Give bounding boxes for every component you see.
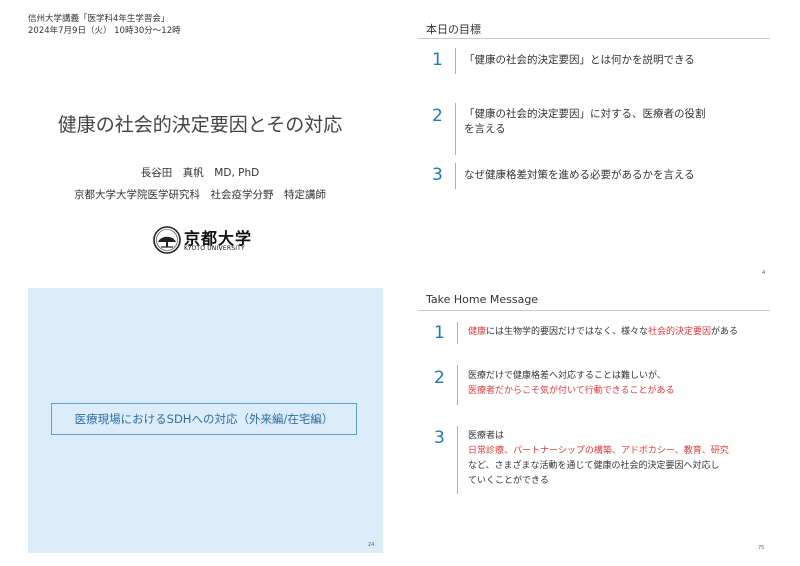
slide-objectives: 本日の目標 1 「健康の社会的決定要因」とは何かを説明できる 2 「健康の社会的… <box>400 0 800 283</box>
message-item-3-line2: 日常診療、パートナーシップの構築、アドボカシー、教育、研究 <box>468 446 729 456</box>
item-divider <box>455 103 456 155</box>
slide-take-home: Take Home Message 1 健康には生物学的要因だけではなく、様々な… <box>400 283 800 566</box>
slide-section: 医療現場におけるSDHへの対応（外来編/在宅編） 24 <box>0 283 400 566</box>
presentation-title: 健康の社会的決定要因とその対応 <box>57 114 343 136</box>
highlight-health: 健康 <box>468 327 487 337</box>
presenter-name: 長谷田 真帆 MD, PhD <box>140 167 260 179</box>
lecture-header: 信州大学講義「医学科4年生学習会」 2024年7月9日（火） 10時30分～12… <box>28 13 181 37</box>
take-home-title: Take Home Message <box>426 293 539 306</box>
message-item-3-line1: 医療者は <box>468 431 505 441</box>
item-number: 3 <box>432 165 443 185</box>
item-divider <box>457 365 458 405</box>
message-item-2-line1: 医療だけで健康格差へ対応することは難しいが、 <box>468 371 666 381</box>
highlight-sdh: 社会的決定要因 <box>648 327 712 337</box>
item-divider <box>455 163 456 189</box>
objective-item-2: 「健康の社会的決定要因」に対する、医療者の役割 を言える <box>464 107 706 137</box>
message-item-3-line4: ていくことができる <box>468 476 549 486</box>
university-emblem-icon <box>153 226 181 254</box>
lecture-date: 2024年7月9日（火） 10時30分～12時 <box>28 26 181 36</box>
divider <box>418 310 770 311</box>
section-panel: 医療現場におけるSDHへの対応（外来編/在宅編） 24 <box>28 288 383 553</box>
logo-text-en: KYOTO UNIVERSITY <box>184 245 245 252</box>
message-item-1: 健康には生物学的要因だけではなく、様々な社会的決定要因がある <box>468 325 738 340</box>
page-number: 75 <box>758 545 765 551</box>
objectives-title: 本日の目標 <box>426 23 481 36</box>
page-number: 4 <box>762 270 766 276</box>
item-divider <box>457 322 458 344</box>
message-item-1-text-a: には生物学的要因だけではなく、様々な <box>486 327 649 337</box>
lecture-name: 信州大学講義「医学科4年生学習会」 <box>28 14 170 24</box>
message-item-2-line2: 医療者だからこそ気が付いて行動できることがある <box>468 386 675 396</box>
item-number: 3 <box>434 428 445 448</box>
kyoto-university-logo: 京都大学 KYOTO UNIVERSITY <box>153 226 263 256</box>
slide-title: 信州大学講義「医学科4年生学習会」 2024年7月9日（火） 10時30分～12… <box>0 0 400 283</box>
divider <box>418 38 770 39</box>
item-number: 1 <box>432 50 443 70</box>
objective-item-3: なぜ健康格差対策を進める必要があるかを言える <box>464 169 695 181</box>
item-number: 1 <box>434 323 445 343</box>
presenter-affiliation: 京都大学大学院医学研究科 社会疫学分野 特定講師 <box>74 189 326 201</box>
section-title-box: 医療現場におけるSDHへの対応（外来編/在宅編） <box>51 403 357 435</box>
item-divider <box>455 48 456 74</box>
item-number: 2 <box>432 106 443 126</box>
page-number: 24 <box>368 542 375 548</box>
item-divider <box>457 426 458 494</box>
message-item-3-line3: など、さまざまな活動を通じて健康の社会的決定要因へ対応し <box>468 461 720 471</box>
message-item-2: 医療だけで健康格差へ対応することは難しいが、 医療者だからこそ気が付いて行動でき… <box>468 369 675 399</box>
objective-item-1: 「健康の社会的決定要因」とは何かを説明できる <box>464 54 695 66</box>
objective-item-2-line1: 「健康の社会的決定要因」に対する、医療者の役割 <box>464 108 706 120</box>
item-number: 2 <box>434 368 445 388</box>
message-item-1-text-b: がある <box>711 327 739 337</box>
objective-item-2-line2: を言える <box>464 123 506 135</box>
message-item-3: 医療者は 日常診療、パートナーシップの構築、アドボカシー、教育、研究 など、さま… <box>468 429 729 489</box>
